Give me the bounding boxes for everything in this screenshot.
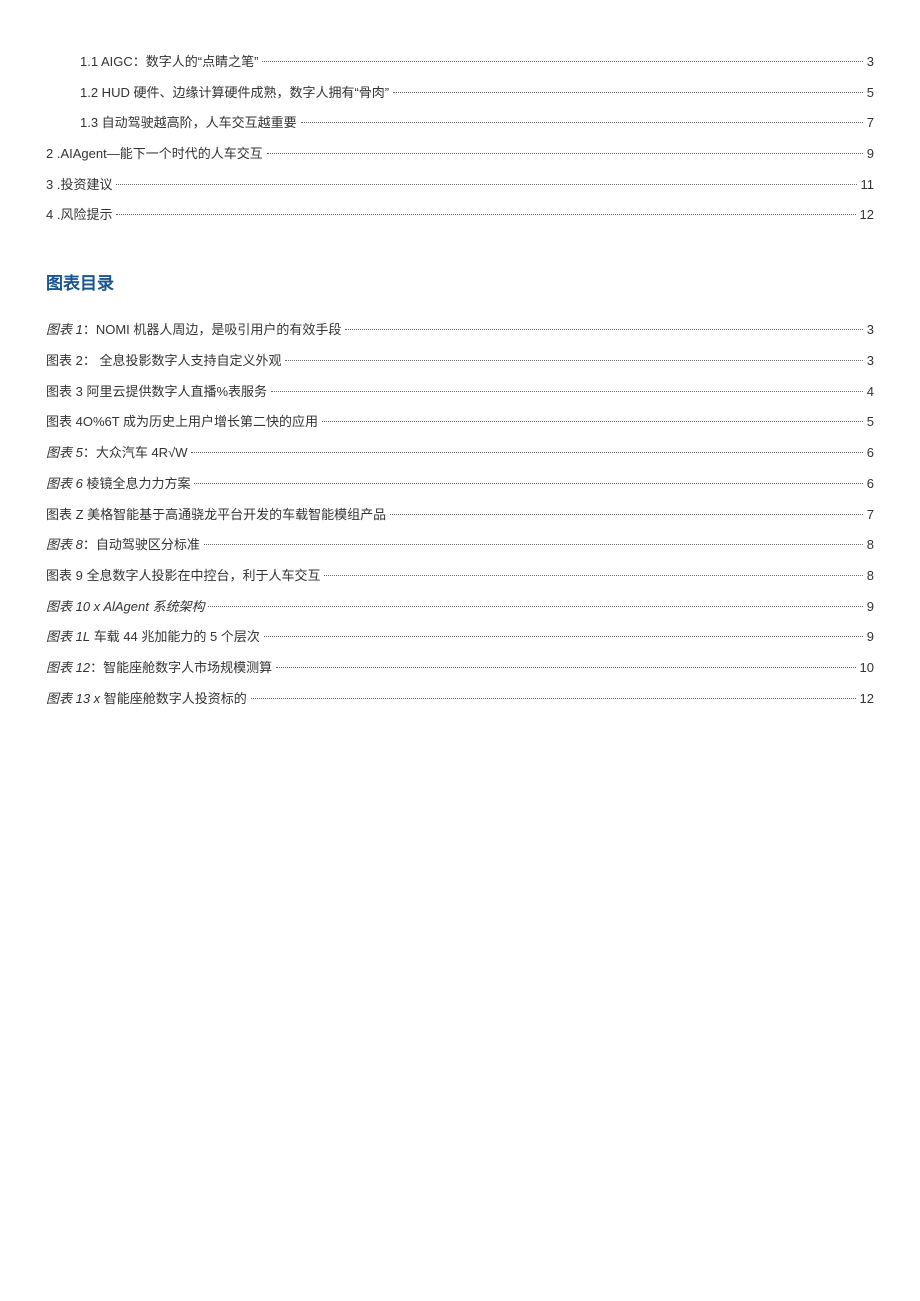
toc-page-number: 3 xyxy=(867,50,874,75)
toc-leader-dots xyxy=(264,636,863,637)
toc-entry-text: 图表 1：NOMI 机器人周边，是吸引用户的有效手段 xyxy=(46,318,341,343)
toc-leader-dots xyxy=(267,153,863,154)
toc-page-number: 5 xyxy=(867,81,874,106)
toc-entry-text: 2 .AIAgent—能下一个时代的人车交互 xyxy=(46,142,263,167)
toc-leader-dots xyxy=(208,606,862,607)
toc-entry-text: 图表 10 x AlAgent 系统架构 xyxy=(46,595,204,620)
toc-page-number: 10 xyxy=(860,656,874,681)
toc-entry: 图表 1：NOMI 机器人周边，是吸引用户的有效手段 3 xyxy=(46,318,874,343)
toc-entry: 3 .投资建议 11 xyxy=(46,173,874,198)
toc-entry-text: 图表 12：智能座舱数字人市场规模测算 xyxy=(46,656,272,681)
toc-entry: 1.1 AIGC：数字人的“点睛之笔” 3 xyxy=(46,50,874,75)
toc-entry: 1.2 HUD 硬件、边缘计算硬件成熟，数字人拥有“骨肉” 5 xyxy=(46,81,874,106)
toc-leader-dots xyxy=(276,667,855,668)
toc-leader-dots xyxy=(322,421,863,422)
figures-toc-heading: 图表目录 xyxy=(46,268,874,300)
toc-entry: 图表 9 全息数字人投影在中控台，利于人车交互 8 xyxy=(46,564,874,589)
toc-page-number: 7 xyxy=(867,111,874,136)
toc-leader-dots xyxy=(271,391,863,392)
toc-page-number: 9 xyxy=(867,625,874,650)
toc-page-number: 12 xyxy=(860,687,874,712)
toc-leader-dots xyxy=(204,544,863,545)
toc-page-number: 5 xyxy=(867,410,874,435)
toc-page-number: 8 xyxy=(867,564,874,589)
toc-page-number: 4 xyxy=(867,380,874,405)
toc-page-number: 3 xyxy=(867,318,874,343)
toc-entry-text: 图表 1L 车载 44 兆加能力的 5 个层次 xyxy=(46,625,260,650)
toc-leader-dots xyxy=(393,92,863,93)
toc-entry: 图表 5：大众汽车 4R√W 6 xyxy=(46,441,874,466)
toc-entry-text: 图表 6 棱镜全息力力方案 xyxy=(46,472,190,497)
toc-leader-dots xyxy=(116,184,856,185)
toc-leader-dots xyxy=(262,61,862,62)
toc-page-number: 3 xyxy=(867,349,874,374)
toc-page-number: 9 xyxy=(867,142,874,167)
toc-entry: 图表 2： 全息投影数字人支持自定义外观 3 xyxy=(46,349,874,374)
toc-page-number: 9 xyxy=(867,595,874,620)
toc-entry: 1.3 自动驾驶越高阶，人车交互越重要 7 xyxy=(46,111,874,136)
toc-entry-text: 3 .投资建议 xyxy=(46,173,112,198)
toc-entry: 图表 12：智能座舱数字人市场规模测算 10 xyxy=(46,656,874,681)
toc-page-number: 8 xyxy=(867,533,874,558)
toc-entry: 2 .AIAgent—能下一个时代的人车交互 9 xyxy=(46,142,874,167)
toc-page-number: 11 xyxy=(861,173,875,198)
toc-main-list: 1.1 AIGC：数字人的“点睛之笔” 3 1.2 HUD 硬件、边缘计算硬件成熟，… xyxy=(46,50,874,228)
toc-entry-text: 图表 9 全息数字人投影在中控台，利于人车交互 xyxy=(46,564,320,589)
toc-entry-text: 1.3 自动驾驶越高阶，人车交互越重要 xyxy=(80,111,297,136)
toc-entry: 图表 1L 车载 44 兆加能力的 5 个层次 9 xyxy=(46,625,874,650)
toc-page-number: 6 xyxy=(867,472,874,497)
toc-leader-dots xyxy=(390,514,863,515)
toc-entry-text: 图表 8：自动驾驶区分标准 xyxy=(46,533,200,558)
toc-leader-dots xyxy=(116,214,855,215)
toc-entry: 图表 13 x 智能座舱数字人投资标的 12 xyxy=(46,687,874,712)
toc-page-number: 7 xyxy=(867,503,874,528)
toc-entry-text: 图表 2： 全息投影数字人支持自定义外观 xyxy=(46,349,281,374)
toc-entry-text: 图表 4O%6T 成为历史上用户增长第二快的应用 xyxy=(46,410,318,435)
toc-leader-dots xyxy=(301,122,863,123)
toc-entry-text: 4 .风险提示 xyxy=(46,203,112,228)
toc-entry-text: 图表 Z 美格智能基于高通骁龙平台开发的车载智能模组产品 xyxy=(46,503,386,528)
toc-page-number: 12 xyxy=(860,203,874,228)
toc-leader-dots xyxy=(251,698,856,699)
toc-entry: 图表 4O%6T 成为历史上用户增长第二快的应用 5 xyxy=(46,410,874,435)
toc-entry-text: 图表 13 x 智能座舱数字人投资标的 xyxy=(46,687,247,712)
toc-page-number: 6 xyxy=(867,441,874,466)
figures-toc-list: 图表 1：NOMI 机器人周边，是吸引用户的有效手段3图表 2： 全息投影数字人… xyxy=(46,318,874,711)
toc-entry: 图表 6 棱镜全息力力方案 6 xyxy=(46,472,874,497)
toc-entry-text: 图表 5：大众汽车 4R√W xyxy=(46,441,187,466)
toc-entry-text: 图表 3 阿里云提供数字人直播%表服务 xyxy=(46,380,267,405)
toc-entry: 4 .风险提示 12 xyxy=(46,203,874,228)
toc-entry-text: 1.2 HUD 硬件、边缘计算硬件成熟，数字人拥有“骨肉” xyxy=(80,81,389,106)
toc-leader-dots xyxy=(345,329,862,330)
toc-entry: 图表 3 阿里云提供数字人直播%表服务 4 xyxy=(46,380,874,405)
toc-leader-dots xyxy=(324,575,862,576)
toc-entry: 图表 Z 美格智能基于高通骁龙平台开发的车载智能模组产品 7 xyxy=(46,503,874,528)
toc-entry-text: 1.1 AIGC：数字人的“点睛之笔” xyxy=(80,50,258,75)
toc-entry: 图表 10 x AlAgent 系统架构 9 xyxy=(46,595,874,620)
toc-entry: 图表 8：自动驾驶区分标准 8 xyxy=(46,533,874,558)
toc-leader-dots xyxy=(191,452,862,453)
toc-leader-dots xyxy=(194,483,862,484)
toc-leader-dots xyxy=(285,360,862,361)
